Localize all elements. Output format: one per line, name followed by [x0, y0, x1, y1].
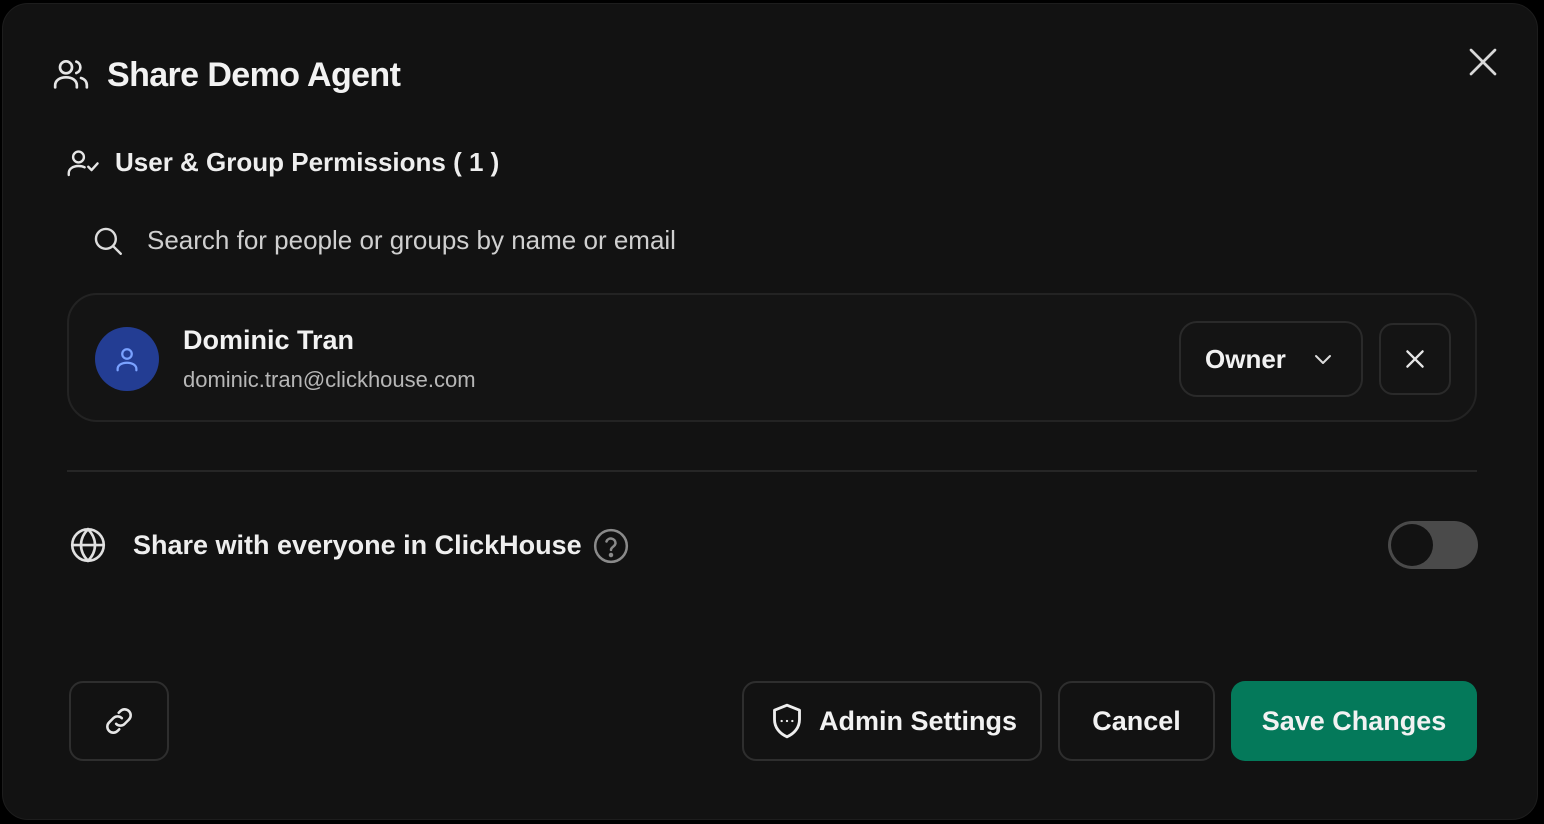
avatar	[95, 327, 159, 391]
copy-link-button[interactable]	[69, 681, 169, 761]
link-icon	[106, 708, 132, 734]
help-circle-icon[interactable]	[591, 526, 631, 566]
remove-user-button[interactable]	[1379, 323, 1451, 395]
user-check-icon	[67, 150, 99, 177]
save-changes-label: Save Changes	[1261, 705, 1447, 736]
users-icon	[53, 60, 89, 89]
user-email: dominic.tran@clickhouse.com	[183, 367, 476, 392]
chevron-down-icon	[1315, 355, 1331, 364]
dialog-title: Share Demo Agent	[107, 56, 401, 94]
share-dialog: Share Demo Agent User & Group Permission…	[2, 3, 1538, 820]
search-icon	[94, 227, 122, 255]
user-name: Dominic Tran	[183, 325, 355, 355]
toggle-knob	[1391, 524, 1433, 566]
share-everyone-label: Share with everyone in ClickHouse	[133, 530, 582, 560]
close-dialog-button[interactable]	[1461, 40, 1505, 84]
admin-settings-label: Admin Settings	[818, 705, 1017, 736]
globe-icon	[70, 527, 106, 563]
permissions-section-title: User & Group Permissions ( 1 )	[115, 147, 500, 177]
close-icon	[1469, 48, 1497, 76]
cancel-label: Cancel	[1092, 705, 1181, 736]
cancel-button[interactable]: Cancel	[1058, 681, 1215, 761]
close-icon	[1406, 350, 1424, 368]
user-permission-row: Dominic Tran dominic.tran@clickhouse.com…	[67, 293, 1477, 422]
search-input[interactable]	[147, 216, 1147, 264]
role-dropdown[interactable]: Owner	[1179, 321, 1363, 397]
save-changes-button[interactable]: Save Changes	[1231, 681, 1477, 761]
search-bar	[69, 212, 1479, 268]
shield-icon	[773, 703, 801, 739]
role-label: Owner	[1205, 343, 1286, 374]
user-icon	[116, 348, 138, 372]
divider	[67, 470, 1477, 472]
share-everyone-toggle[interactable]	[1388, 521, 1478, 569]
admin-settings-button[interactable]: Admin Settings	[742, 681, 1042, 761]
